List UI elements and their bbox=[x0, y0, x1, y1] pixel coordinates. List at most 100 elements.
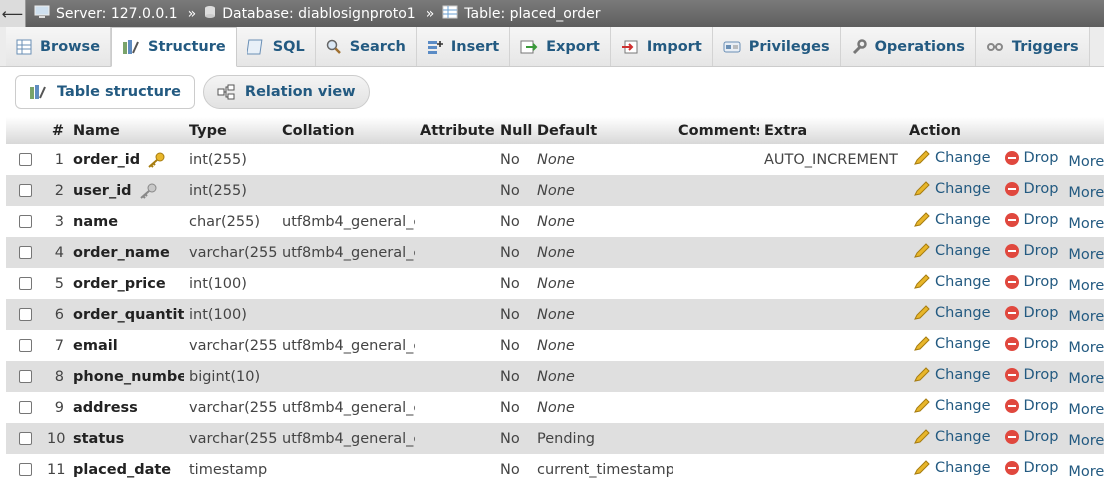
field-comments bbox=[673, 299, 759, 330]
drop-label: Drop bbox=[1023, 211, 1059, 228]
more-label: More bbox=[1068, 463, 1104, 480]
drop-icon bbox=[1004, 181, 1020, 197]
header-comments[interactable]: Comments bbox=[673, 117, 759, 144]
tab-structure[interactable]: Structure bbox=[111, 27, 237, 67]
breadcrumb-table[interactable]: Table: placed_order bbox=[442, 5, 601, 23]
more-menu[interactable]: More bbox=[1068, 402, 1104, 418]
drop-icon bbox=[1004, 367, 1020, 383]
field-attributes bbox=[415, 206, 495, 237]
header-collation[interactable]: Collation bbox=[277, 117, 415, 144]
row-number: 9 bbox=[42, 392, 68, 423]
drop-icon bbox=[1004, 274, 1020, 290]
more-label: More bbox=[1068, 370, 1104, 387]
header-attributes[interactable]: Attributes bbox=[415, 117, 495, 144]
tab-search[interactable]: Search bbox=[315, 27, 417, 66]
field-comments bbox=[673, 175, 759, 206]
change-link[interactable]: Change bbox=[913, 212, 991, 228]
change-link[interactable]: Change bbox=[913, 367, 991, 383]
change-link[interactable]: Change bbox=[913, 150, 991, 166]
back-arrow-icon[interactable]: ⟵ bbox=[0, 0, 26, 27]
drop-link[interactable]: Drop bbox=[1004, 181, 1058, 197]
more-menu[interactable]: More bbox=[1068, 154, 1104, 170]
drop-label: Drop bbox=[1023, 366, 1059, 383]
structure-icon bbox=[122, 39, 140, 55]
field-null: No bbox=[495, 299, 532, 330]
change-link[interactable]: Change bbox=[913, 460, 991, 476]
row-checkbox[interactable] bbox=[19, 308, 32, 321]
tab-privileges[interactable]: Privileges bbox=[712, 27, 841, 66]
field-name-cell: order_quantity bbox=[68, 299, 184, 330]
change-link[interactable]: Change bbox=[913, 336, 991, 352]
header-name[interactable]: Name bbox=[68, 117, 184, 144]
drop-link[interactable]: Drop bbox=[1004, 305, 1058, 321]
search-icon bbox=[326, 39, 342, 55]
more-label: More bbox=[1068, 246, 1104, 263]
breadcrumb-server[interactable]: Server: 127.0.0.1 bbox=[34, 5, 178, 23]
more-label: More bbox=[1068, 277, 1104, 294]
row-checkbox[interactable] bbox=[19, 153, 32, 166]
more-label: More bbox=[1068, 432, 1104, 449]
more-menu[interactable]: More bbox=[1068, 247, 1104, 263]
row-checkbox[interactable] bbox=[19, 215, 32, 228]
more-menu[interactable]: More bbox=[1068, 371, 1104, 387]
more-menu[interactable]: More bbox=[1068, 185, 1104, 201]
field-type: varchar(255) bbox=[184, 237, 277, 268]
change-link[interactable]: Change bbox=[913, 243, 991, 259]
row-checkbox[interactable] bbox=[19, 463, 32, 476]
header-type[interactable]: Type bbox=[184, 117, 277, 144]
drop-link[interactable]: Drop bbox=[1004, 243, 1058, 259]
drop-link[interactable]: Drop bbox=[1004, 150, 1058, 166]
row-checkbox[interactable] bbox=[19, 184, 32, 197]
privileges-icon bbox=[723, 39, 741, 55]
more-menu[interactable]: More bbox=[1068, 433, 1104, 449]
change-link[interactable]: Change bbox=[913, 429, 991, 445]
drop-link[interactable]: Drop bbox=[1004, 460, 1058, 476]
field-collation bbox=[277, 144, 415, 175]
row-checkbox[interactable] bbox=[19, 401, 32, 414]
tab-triggers[interactable]: Triggers bbox=[975, 27, 1090, 66]
more-menu[interactable]: More bbox=[1068, 216, 1104, 232]
tab-sql[interactable]: SQL bbox=[236, 27, 316, 66]
header-null[interactable]: Null bbox=[495, 117, 532, 144]
drop-link[interactable]: Drop bbox=[1004, 336, 1058, 352]
change-link[interactable]: Change bbox=[913, 181, 991, 197]
more-menu[interactable]: More bbox=[1068, 278, 1104, 294]
header-extra[interactable]: Extra bbox=[759, 117, 904, 144]
breadcrumb-separator: » bbox=[187, 5, 197, 22]
row-checkbox[interactable] bbox=[19, 277, 32, 290]
tab-operations[interactable]: Operations bbox=[840, 27, 976, 66]
tab-browse[interactable]: Browse bbox=[6, 27, 112, 66]
change-label: Change bbox=[935, 304, 991, 321]
change-link[interactable]: Change bbox=[913, 305, 991, 321]
more-menu[interactable]: More bbox=[1068, 340, 1104, 356]
tab-import[interactable]: Import bbox=[610, 27, 713, 66]
drop-link[interactable]: Drop bbox=[1004, 429, 1058, 445]
drop-link[interactable]: Drop bbox=[1004, 366, 1059, 383]
drop-link[interactable]: Drop bbox=[1004, 398, 1058, 414]
row-checkbox[interactable] bbox=[19, 339, 32, 352]
header-default[interactable]: Default bbox=[532, 117, 673, 144]
tab-insert[interactable]: Insert bbox=[416, 27, 511, 66]
tab-export[interactable]: Export bbox=[510, 27, 611, 66]
row-checkbox[interactable] bbox=[19, 432, 32, 445]
field-actions: Change Drop More bbox=[904, 423, 1104, 454]
field-actions: Change Drop More bbox=[904, 237, 1104, 268]
relation-view-label: Relation view bbox=[244, 84, 356, 100]
more-menu[interactable]: More bbox=[1068, 464, 1104, 480]
row-checkbox[interactable] bbox=[19, 370, 32, 383]
breadcrumb-table-label: Table: placed_order bbox=[464, 5, 601, 22]
field-name-cell: order_price bbox=[68, 268, 184, 299]
field-name: email bbox=[73, 337, 118, 354]
row-number: 4 bbox=[42, 237, 68, 268]
change-link[interactable]: Change bbox=[913, 398, 991, 414]
table-structure-button[interactable]: Table structure bbox=[15, 75, 195, 109]
change-link[interactable]: Change bbox=[913, 274, 991, 290]
drop-link[interactable]: Drop bbox=[1004, 211, 1059, 228]
row-checkbox[interactable] bbox=[19, 246, 32, 259]
breadcrumb-database[interactable]: Database: diablosignproto1 bbox=[204, 5, 416, 23]
relation-view-button[interactable]: Relation view bbox=[202, 75, 370, 109]
more-menu[interactable]: More bbox=[1068, 309, 1104, 325]
drop-link[interactable]: Drop bbox=[1004, 274, 1058, 290]
field-attributes bbox=[415, 144, 495, 175]
drop-icon bbox=[1004, 150, 1020, 166]
